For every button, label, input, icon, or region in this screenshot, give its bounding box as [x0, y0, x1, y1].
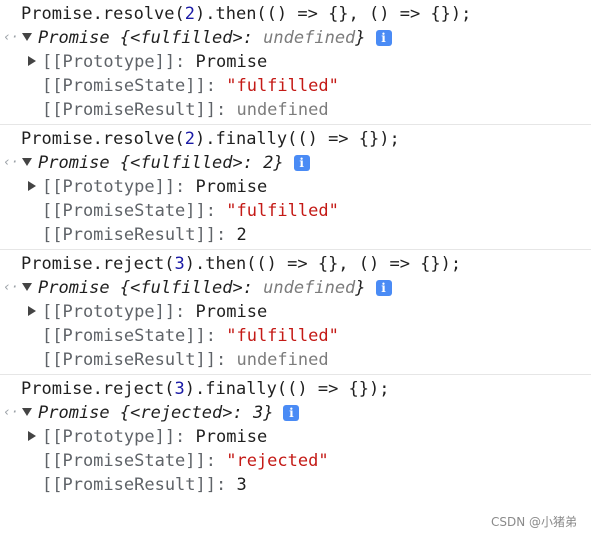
- input-code-number: 3: [174, 254, 185, 274]
- collapse-triangle-icon[interactable]: [28, 431, 36, 441]
- result-prefix: Promise {<rejected>:: [38, 403, 253, 423]
- collapse-triangle-icon[interactable]: [28, 56, 36, 66]
- prototype-row[interactable]: [[Prototype]]: Promise: [0, 425, 591, 449]
- promise-state-row: [[PromiseState]]: "fulfilled": [0, 74, 591, 98]
- promise-state-key: [[PromiseState]]:: [42, 76, 227, 96]
- promise-state-key: [[PromiseState]]:: [42, 451, 227, 471]
- promise-result-key: [[PromiseResult]]:: [42, 100, 237, 120]
- promise-result-key: [[PromiseResult]]:: [42, 475, 237, 495]
- input-code-pre: Promise.resolve(: [21, 4, 185, 24]
- prototype-key: [[Prototype]]:: [42, 177, 196, 197]
- result-suffix: }: [355, 28, 366, 48]
- result-suffix: }: [273, 153, 284, 173]
- promise-result-value: 3: [236, 475, 247, 495]
- collapse-triangle-icon[interactable]: [28, 306, 36, 316]
- expand-triangle-icon[interactable]: [22, 158, 32, 166]
- prototype-row[interactable]: [[Prototype]]: Promise: [0, 300, 591, 324]
- promise-state-value: "fulfilled": [226, 326, 339, 346]
- promise-state-row: [[PromiseState]]: "fulfilled": [0, 324, 591, 348]
- expand-triangle-icon[interactable]: [22, 408, 32, 416]
- promise-state-key: [[PromiseState]]:: [42, 201, 227, 221]
- promise-result-value: undefined: [236, 100, 329, 120]
- console-entry: Promise.resolve(2).then(() => {}, () => …: [0, 0, 591, 125]
- prototype-row[interactable]: [[Prototype]]: Promise: [0, 175, 591, 199]
- input-code-number: 2: [184, 129, 196, 149]
- result-value: undefined: [263, 28, 356, 48]
- expand-triangle-icon[interactable]: [22, 33, 32, 41]
- result-arrow-icon: ‹·: [3, 30, 19, 45]
- promise-result-row: [[PromiseResult]]: undefined: [0, 348, 591, 372]
- promise-result-value: undefined: [236, 350, 329, 370]
- input-code-number: 3: [174, 379, 185, 399]
- promise-result-row: [[PromiseResult]]: 2: [0, 223, 591, 247]
- console-entry: Promise.reject(3).then(() => {}, () => {…: [0, 250, 591, 375]
- promise-result-row: [[PromiseResult]]: undefined: [0, 98, 591, 122]
- console-input-line: Promise.resolve(2).finally(() => {});: [0, 127, 591, 151]
- prototype-key: [[Prototype]]:: [42, 52, 196, 72]
- result-value: 3: [252, 403, 264, 423]
- result-prefix: Promise {<fulfilled>:: [38, 28, 264, 48]
- input-code-pre: Promise.reject(: [21, 379, 175, 399]
- result-value: undefined: [263, 278, 356, 298]
- promise-result-row: [[PromiseResult]]: 3: [0, 473, 591, 497]
- result-arrow-icon: ‹·: [3, 280, 19, 295]
- result-arrow-icon: ‹·: [3, 405, 19, 420]
- console-entry: Promise.resolve(2).finally(() => {}); ‹·…: [0, 125, 591, 250]
- prototype-key: [[Prototype]]:: [42, 427, 196, 447]
- console-input-line: Promise.reject(3).finally(() => {});: [0, 377, 591, 401]
- info-icon[interactable]: i: [293, 155, 310, 171]
- promise-state-key: [[PromiseState]]:: [42, 326, 227, 346]
- promise-result-value: 2: [236, 225, 247, 245]
- input-code-post: ).then(() => {}, () => {});: [184, 254, 462, 274]
- result-value: 2: [263, 153, 274, 173]
- prototype-value: Promise: [195, 177, 268, 197]
- result-suffix: }: [263, 403, 274, 423]
- input-code-post: ).then(() => {}, () => {});: [195, 4, 472, 24]
- input-code-pre: Promise.reject(: [21, 254, 175, 274]
- promise-state-value: "rejected": [226, 451, 329, 471]
- promise-state-value: "fulfilled": [226, 201, 339, 221]
- console-entry: Promise.reject(3).finally(() => {}); ‹· P…: [0, 375, 591, 499]
- info-icon[interactable]: i: [375, 30, 392, 46]
- console-result-line[interactable]: ‹· Promise {<fulfilled>: undefined} i: [0, 276, 591, 300]
- promise-state-value: "fulfilled": [226, 76, 339, 96]
- prototype-row[interactable]: [[Prototype]]: Promise: [0, 50, 591, 74]
- promise-state-row: [[PromiseState]]: "fulfilled": [0, 199, 591, 223]
- result-prefix: Promise {<fulfilled>:: [38, 278, 264, 298]
- info-icon[interactable]: i: [283, 405, 300, 421]
- promise-state-row: [[PromiseState]]: "rejected": [0, 449, 591, 473]
- input-code-post: ).finally(() => {});: [195, 129, 400, 149]
- promise-result-key: [[PromiseResult]]:: [42, 350, 237, 370]
- watermark: CSDN @小猪弟: [490, 515, 577, 529]
- input-code-post: ).finally(() => {});: [184, 379, 390, 399]
- console-input-line: Promise.reject(3).then(() => {}, () => {…: [0, 252, 591, 276]
- prototype-value: Promise: [195, 427, 268, 447]
- console-result-line[interactable]: ‹· Promise {<rejected>: 3} i: [0, 401, 591, 425]
- input-code-pre: Promise.resolve(: [21, 129, 185, 149]
- result-suffix: }: [355, 278, 366, 298]
- promise-result-key: [[PromiseResult]]:: [42, 225, 237, 245]
- console-result-line[interactable]: ‹· Promise {<fulfilled>: undefined} i: [0, 26, 591, 50]
- expand-triangle-icon[interactable]: [22, 283, 32, 291]
- input-code-number: 2: [184, 4, 196, 24]
- prototype-value: Promise: [195, 302, 268, 322]
- prototype-key: [[Prototype]]:: [42, 302, 196, 322]
- prototype-value: Promise: [195, 52, 268, 72]
- result-arrow-icon: ‹·: [3, 155, 19, 170]
- console-result-line[interactable]: ‹· Promise {<fulfilled>: 2} i: [0, 151, 591, 175]
- result-prefix: Promise {<fulfilled>:: [38, 153, 264, 173]
- console-input-line: Promise.resolve(2).then(() => {}, () => …: [0, 2, 591, 26]
- collapse-triangle-icon[interactable]: [28, 181, 36, 191]
- info-icon[interactable]: i: [375, 280, 392, 296]
